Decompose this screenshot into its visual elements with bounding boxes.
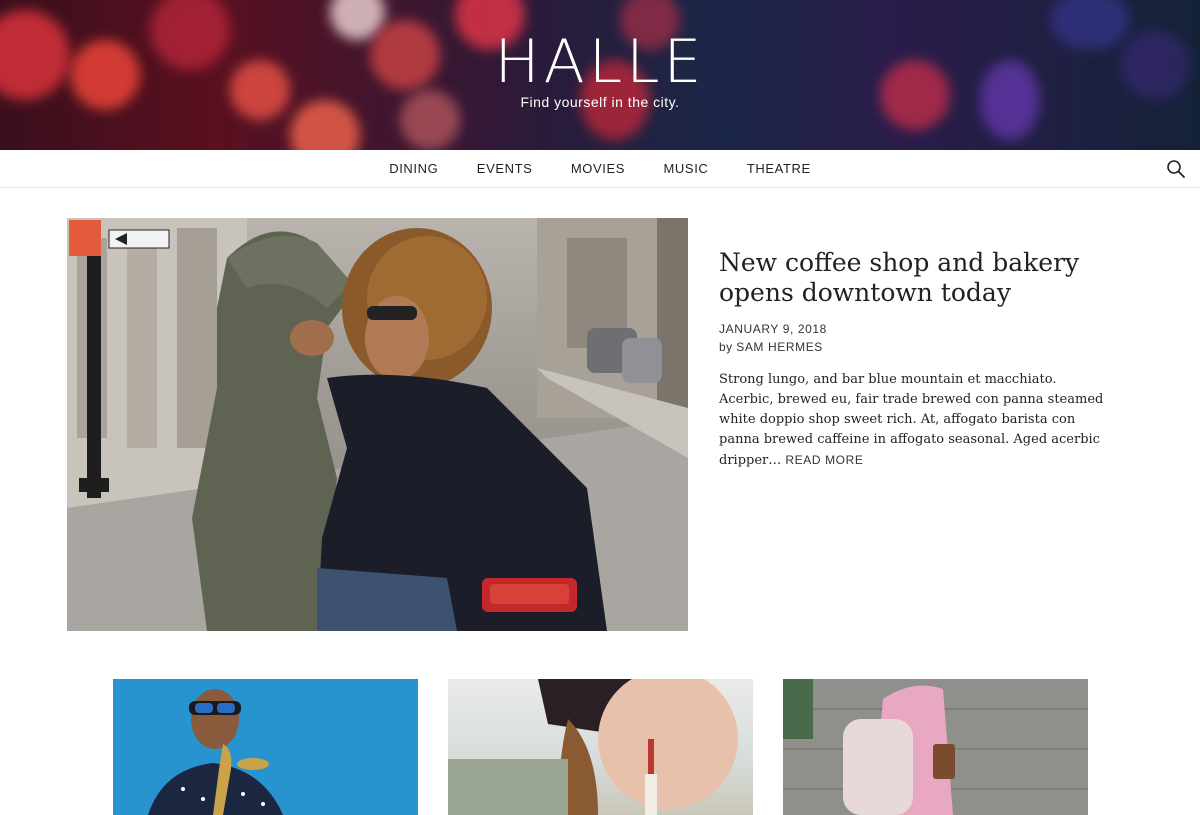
post-author-link[interactable]: SAM HERMES [736, 340, 823, 354]
saxophone-photo-illustration [148, 689, 283, 815]
nav-menu: DINING EVENTS MOVIES MUSIC THEATRE [0, 150, 1200, 188]
post-byline: by SAM HERMES [719, 340, 1109, 354]
nav-item-movies[interactable]: MOVIES [571, 150, 625, 188]
post-date[interactable]: JANUARY 9, 2018 [719, 322, 1109, 336]
featured-post-image[interactable] [67, 218, 688, 631]
search-icon[interactable] [1166, 159, 1186, 179]
featured-post: New coffee shop and bakery opens downtow… [719, 248, 1109, 471]
byline-prefix: by [719, 340, 733, 354]
main-navigation: DINING EVENTS MOVIES MUSIC THEATRE [0, 150, 1200, 188]
nav-item-music[interactable]: MUSIC [664, 150, 709, 188]
post-thumbnail-hat-earring[interactable] [448, 679, 753, 815]
nav-item-events[interactable]: EVENTS [477, 150, 533, 188]
site-header-hero: HALLE Find yourself in the city. [0, 0, 1200, 150]
post-title[interactable]: New coffee shop and bakery opens downtow… [719, 248, 1109, 308]
post-thumbnail-saxophone[interactable] [113, 679, 418, 815]
post-thumbnail-backpack[interactable] [783, 679, 1088, 815]
site-tagline: Find yourself in the city. [520, 94, 680, 110]
post-excerpt-text: Strong lungo, and bar blue mountain et m… [719, 372, 1104, 468]
post-excerpt: Strong lungo, and bar blue mountain et m… [719, 370, 1109, 471]
featured-photo-illustration [67, 218, 688, 631]
nav-item-dining[interactable]: DINING [389, 150, 438, 188]
backpack-photo-illustration [783, 679, 1088, 815]
read-more-link[interactable]: READ MORE [785, 453, 863, 467]
nav-item-theatre[interactable]: THEATRE [747, 150, 811, 188]
site-title[interactable]: HALLE [0, 30, 1200, 94]
fashion-photo-illustration [448, 679, 738, 815]
